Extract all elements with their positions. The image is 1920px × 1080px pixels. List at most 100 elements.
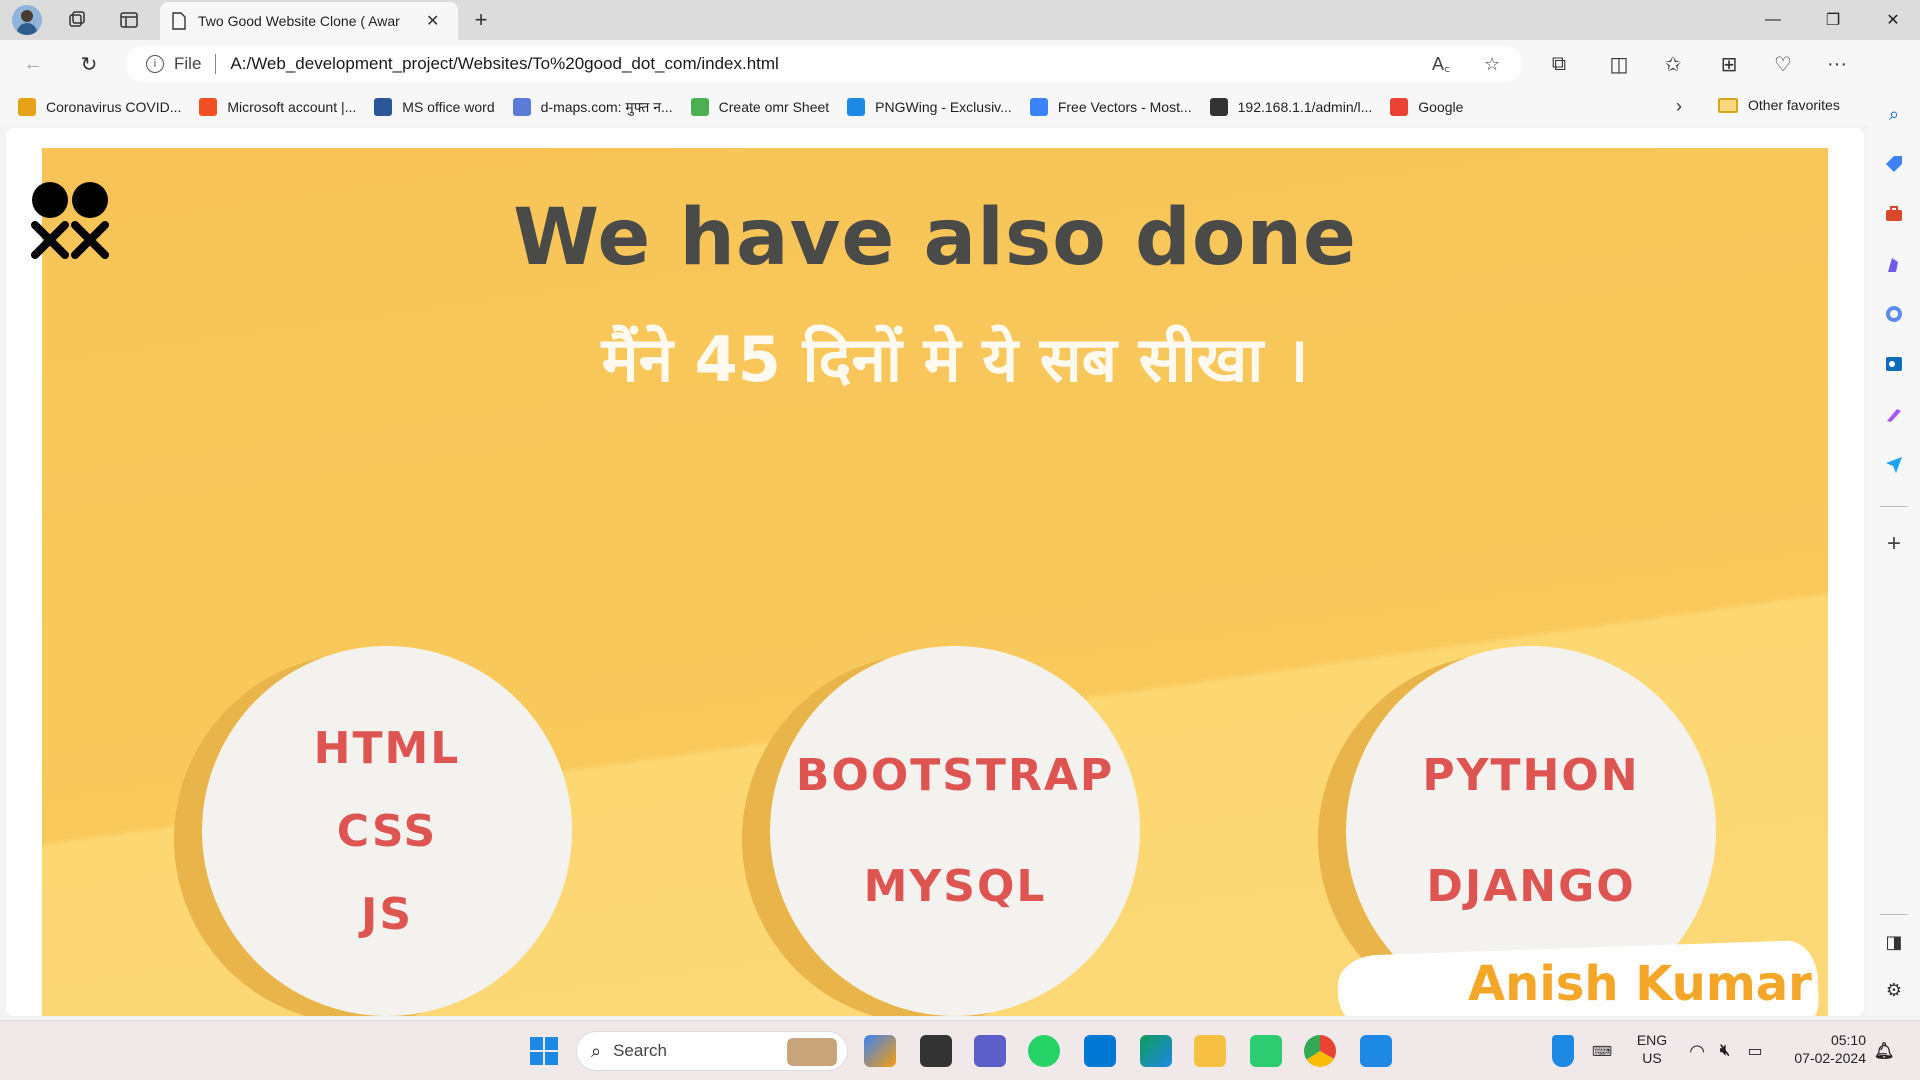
favorite-item[interactable]: MS office word [374, 98, 495, 116]
skill-label: BOOTSTRAP [795, 750, 1115, 801]
copilot-app-icon[interactable] [864, 1035, 896, 1067]
skill-label: PYTHON [1422, 750, 1640, 801]
whatsapp-icon[interactable] [1028, 1035, 1060, 1067]
skill-label: HTML [313, 722, 461, 774]
favorite-item[interactable]: PNGWing - Exclusiv... [847, 98, 1012, 116]
clock[interactable]: 05:10 07-02-2024 [1782, 1031, 1866, 1067]
security-shield-icon[interactable] [1552, 1035, 1574, 1067]
edge-browser-icon[interactable] [1140, 1035, 1172, 1067]
address-separator [215, 54, 217, 74]
favorite-icon [1390, 98, 1409, 116]
url-text[interactable]: A:/Web_development_project/Websites/To%2… [230, 54, 778, 74]
vscode-icon[interactable] [1360, 1035, 1392, 1067]
close-window-button[interactable]: ✕ [1866, 0, 1920, 40]
favorite-item[interactable]: d-maps.com: मुफ्त न... [512, 98, 673, 117]
favorite-icon [18, 98, 36, 116]
add-icon[interactable]: + [1882, 530, 1906, 557]
skill-label: JS [360, 888, 414, 940]
microsoft-store-icon[interactable] [1084, 1035, 1116, 1067]
language-indicator[interactable]: ENG US [1634, 1031, 1670, 1067]
volume-muted-icon[interactable]: 🔇︎ [1712, 1035, 1738, 1067]
skill-label: MYSQL [863, 861, 1047, 912]
page-viewport: We have also done मैंने 45 दिनों मे ये स… [6, 128, 1864, 1016]
refresh-button[interactable]: ↻ [72, 48, 106, 80]
favorite-icon [847, 98, 866, 116]
address-bar[interactable]: i File A:/Web_development_project/Websit… [126, 46, 1522, 82]
hero-subtitle: मैंने 45 दिनों मे ये सब सीखा । [601, 323, 1309, 396]
navigation-bar: ← ↻ i File A:/Web_development_project/We… [0, 40, 1920, 88]
favorite-icon [199, 98, 218, 116]
active-tab[interactable]: Two Good Website Clone ( Awar ✕ [160, 2, 458, 40]
hero-section: We have also done मैंने 45 दिनों मे ये स… [42, 148, 1828, 1016]
favorite-icon [690, 98, 709, 116]
close-tab-icon[interactable]: ✕ [426, 11, 439, 31]
more-menu-icon[interactable]: ··· [1820, 48, 1854, 80]
chrome-icon[interactable] [1304, 1035, 1336, 1067]
tab-title: Two Good Website Clone ( Awar [198, 13, 400, 29]
folder-icon [1718, 97, 1738, 113]
designer-icon[interactable] [1882, 402, 1906, 426]
split-screen-icon[interactable]: ◫ [1602, 48, 1636, 80]
read-aloud-icon[interactable]: A꜀ [1432, 46, 1450, 82]
favorite-star-icon[interactable]: ☆ [1484, 46, 1500, 82]
chevron-right-icon[interactable]: › [1676, 96, 1682, 117]
gear-icon[interactable]: ⚙ [1882, 978, 1906, 1002]
new-tab-button[interactable]: + [466, 6, 496, 34]
skill-label: DJANGO [1426, 861, 1636, 912]
favorite-icon [1029, 98, 1048, 116]
favorite-icon [1209, 98, 1228, 116]
search-icon: ⌕ [591, 1040, 602, 1061]
info-icon[interactable]: i [146, 55, 164, 73]
favorite-icon [374, 98, 393, 116]
app-icon[interactable] [1250, 1035, 1282, 1067]
outlook-icon[interactable] [1882, 352, 1906, 376]
other-favorites-folder[interactable]: Other favorites [1718, 97, 1840, 113]
page-icon [172, 12, 186, 30]
search-highlight-icon [787, 1038, 837, 1066]
hide-sidebar-icon[interactable]: ◨ [1882, 930, 1906, 954]
skills-circle-frontend: HTML CSS JS [202, 646, 572, 1016]
sidebar-divider [1880, 506, 1908, 507]
minimize-button[interactable]: — [1746, 0, 1800, 40]
favorites-bar: Coronavirus COVID... Microsoft account |… [0, 88, 1880, 126]
vertical-tabs-icon[interactable] [114, 6, 144, 34]
windows-start-icon[interactable] [528, 1035, 560, 1067]
task-view-icon[interactable] [920, 1035, 952, 1067]
collections-icon[interactable]: ⊞ [1712, 48, 1746, 80]
battery-icon[interactable]: ▭ [1742, 1035, 1768, 1067]
favorite-item[interactable]: Free Vectors - Most... [1029, 98, 1192, 116]
file-explorer-icon[interactable] [1194, 1035, 1226, 1067]
skill-label: CSS [336, 805, 438, 857]
scheme-label: File [174, 54, 202, 73]
search-icon[interactable]: ⌕ [1882, 102, 1906, 126]
games-icon[interactable] [1882, 252, 1906, 276]
microsoft-365-icon[interactable] [1882, 302, 1906, 326]
favorite-item[interactable]: Coronavirus COVID... [18, 98, 181, 116]
drop-icon[interactable] [1882, 452, 1906, 476]
favorite-item[interactable]: Create omr Sheet [690, 98, 829, 116]
tools-icon[interactable] [1882, 202, 1906, 226]
workspaces-icon[interactable] [62, 6, 92, 34]
favorites-icon[interactable]: ✩ [1656, 48, 1690, 80]
site-logo[interactable] [30, 180, 110, 260]
notification-bell-icon[interactable]: 🔔︎ [1872, 1035, 1896, 1067]
windows-taskbar: ⌕ Search ⌨ ENG US ◠ 🔇︎ ▭ 05:10 07-02-202… [0, 1020, 1920, 1080]
signature-text: Anish Kumar [1468, 956, 1812, 1012]
keyboard-icon[interactable]: ⌨ [1590, 1035, 1614, 1067]
taskbar-search[interactable]: ⌕ Search [576, 1031, 848, 1071]
profile-avatar[interactable] [12, 5, 42, 35]
back-button[interactable]: ← [16, 48, 50, 80]
extensions-icon[interactable]: ⧉ [1542, 48, 1576, 80]
shopping-tag-icon[interactable] [1882, 152, 1906, 176]
favorite-item[interactable]: 192.168.1.1/admin/l... [1209, 98, 1372, 116]
skills-circle-database: BOOTSTRAP MYSQL [770, 646, 1140, 1016]
browser-essentials-icon[interactable]: ♡ [1766, 48, 1800, 80]
wifi-icon[interactable]: ◠ [1684, 1035, 1710, 1067]
sidebar-divider [1880, 914, 1908, 915]
favorite-item[interactable]: Microsoft account |... [199, 98, 356, 116]
hero-title: We have also done [513, 193, 1357, 283]
teams-chat-icon[interactable] [974, 1035, 1006, 1067]
favorite-item[interactable]: Google [1390, 98, 1463, 116]
restore-button[interactable]: ❐ [1806, 0, 1860, 40]
title-bar: Two Good Website Clone ( Awar ✕ + — ❐ ✕ [0, 0, 1920, 40]
